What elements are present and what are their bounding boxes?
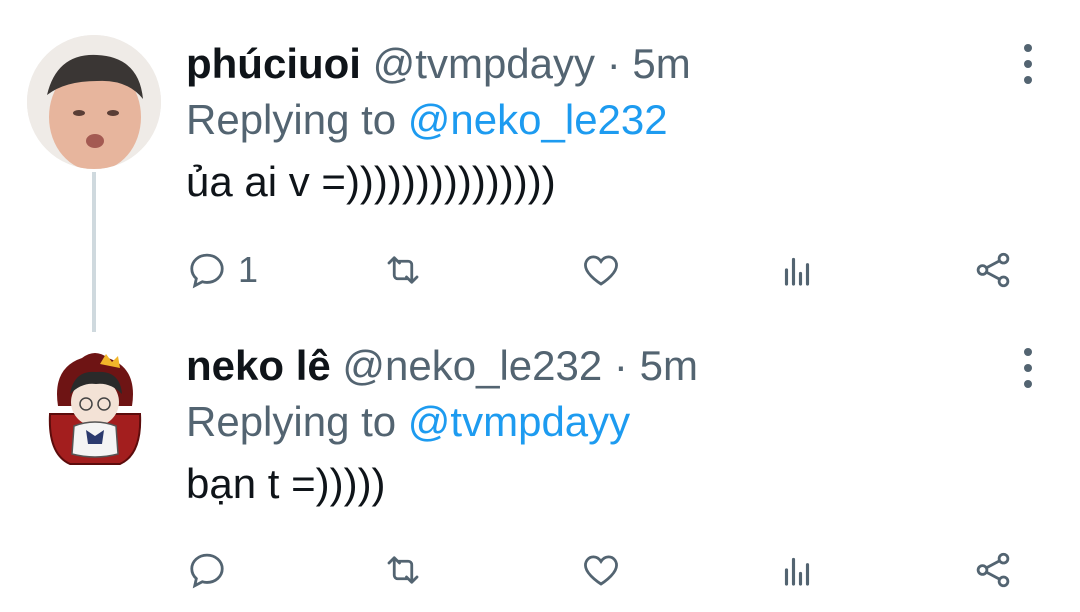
more-icon xyxy=(1024,44,1032,52)
separator-dot: · xyxy=(613,342,628,389)
action-bar: 1 xyxy=(186,244,1026,296)
tweet-header: neko lê @neko_le232 · 5m xyxy=(186,340,1020,392)
analytics-button[interactable] xyxy=(776,244,818,296)
replying-to-line: Replying to @tvmpdayy xyxy=(186,394,1020,450)
reply-button[interactable]: 1 xyxy=(186,244,258,296)
like-button[interactable] xyxy=(580,244,622,296)
tweet-text: ủa ai v =))))))))))))))) xyxy=(186,158,556,205)
tweet-header: phúciuoi @tvmpdayy · 5m xyxy=(186,38,1020,90)
replying-to-line: Replying to @neko_le232 xyxy=(186,92,1020,148)
more-options-button[interactable] xyxy=(1016,44,1040,84)
retweet-button[interactable] xyxy=(382,244,424,296)
replying-to-mention[interactable]: @tvmpdayy xyxy=(408,398,630,445)
handle[interactable]: @neko_le232 xyxy=(342,342,602,389)
avatar[interactable] xyxy=(27,35,161,169)
replying-to-mention[interactable]: @neko_le232 xyxy=(408,96,668,143)
avatar[interactable] xyxy=(40,344,150,476)
tweet-text: bạn t =))))) xyxy=(186,460,386,507)
timestamp[interactable]: 5m xyxy=(640,342,698,389)
timestamp[interactable]: 5m xyxy=(632,40,690,87)
retweet-button[interactable] xyxy=(382,544,424,596)
analytics-button[interactable] xyxy=(776,544,818,596)
reply-icon xyxy=(190,253,224,289)
separator-dot: · xyxy=(606,40,621,87)
like-button[interactable] xyxy=(580,544,622,596)
reply-count: 1 xyxy=(238,249,259,290)
more-options-button[interactable] xyxy=(1016,348,1040,388)
share-icon xyxy=(976,552,1010,588)
replying-to-label: Replying to xyxy=(186,398,397,445)
display-name[interactable]: phúciuoi xyxy=(186,40,361,87)
action-bar xyxy=(186,544,1026,596)
share-button[interactable] xyxy=(972,544,1014,596)
share-button[interactable] xyxy=(972,244,1014,296)
retweet-icon xyxy=(387,256,419,284)
reply-icon xyxy=(190,553,224,589)
more-icon xyxy=(1024,348,1032,356)
share-icon xyxy=(976,252,1010,288)
retweet-icon xyxy=(387,556,419,584)
analytics-icon xyxy=(784,257,810,286)
analytics-icon xyxy=(784,557,810,586)
replying-to-label: Replying to xyxy=(186,96,397,143)
reply-button[interactable] xyxy=(186,544,238,596)
like-icon xyxy=(584,555,618,586)
handle[interactable]: @tvmpdayy xyxy=(373,40,595,87)
like-icon xyxy=(584,255,618,286)
display-name[interactable]: neko lê xyxy=(186,342,331,389)
